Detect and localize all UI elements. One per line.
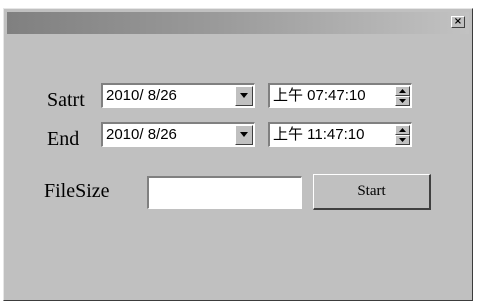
start-label: Satrt (47, 89, 85, 111)
arrow-down-icon (399, 99, 406, 103)
chevron-down-icon (240, 93, 248, 98)
close-button[interactable]: × (451, 16, 465, 28)
start-date-dropdown-button[interactable] (235, 86, 253, 106)
start-button-label: Start (357, 183, 386, 199)
start-time-value: 上午 07:47:10 (273, 87, 366, 104)
chevron-down-icon (240, 132, 248, 137)
start-time-spin-up[interactable] (395, 86, 410, 96)
end-date-dropdown-button[interactable] (235, 125, 253, 145)
filesize-input[interactable] (147, 176, 302, 209)
end-label: End (47, 128, 80, 150)
end-time-picker[interactable]: 上午 11:47:10 (268, 122, 412, 147)
start-time-spinner[interactable] (395, 86, 410, 106)
arrow-up-icon (399, 128, 406, 132)
end-date-value: 2010/ 8/26 (106, 126, 177, 143)
end-time-spin-up[interactable] (395, 125, 410, 135)
end-date-combobox[interactable]: 2010/ 8/26 (101, 122, 255, 147)
start-button[interactable]: Start (313, 174, 431, 210)
start-date-value: 2010/ 8/26 (106, 87, 177, 104)
start-time-spin-down[interactable] (395, 96, 410, 106)
title-bar[interactable]: × (7, 12, 469, 34)
end-time-value: 上午 11:47:10 (273, 126, 365, 143)
arrow-down-icon (399, 138, 406, 142)
end-time-spin-down[interactable] (395, 135, 410, 145)
close-icon: × (453, 16, 463, 27)
filesize-label: FileSize (44, 180, 110, 202)
dialog-window: × Satrt 2010/ 8/26 上午 07:47:10 End 2010/… (3, 8, 473, 301)
start-time-picker[interactable]: 上午 07:47:10 (268, 83, 412, 108)
arrow-up-icon (399, 89, 406, 93)
start-date-combobox[interactable]: 2010/ 8/26 (101, 83, 255, 108)
end-time-spinner[interactable] (395, 125, 410, 145)
